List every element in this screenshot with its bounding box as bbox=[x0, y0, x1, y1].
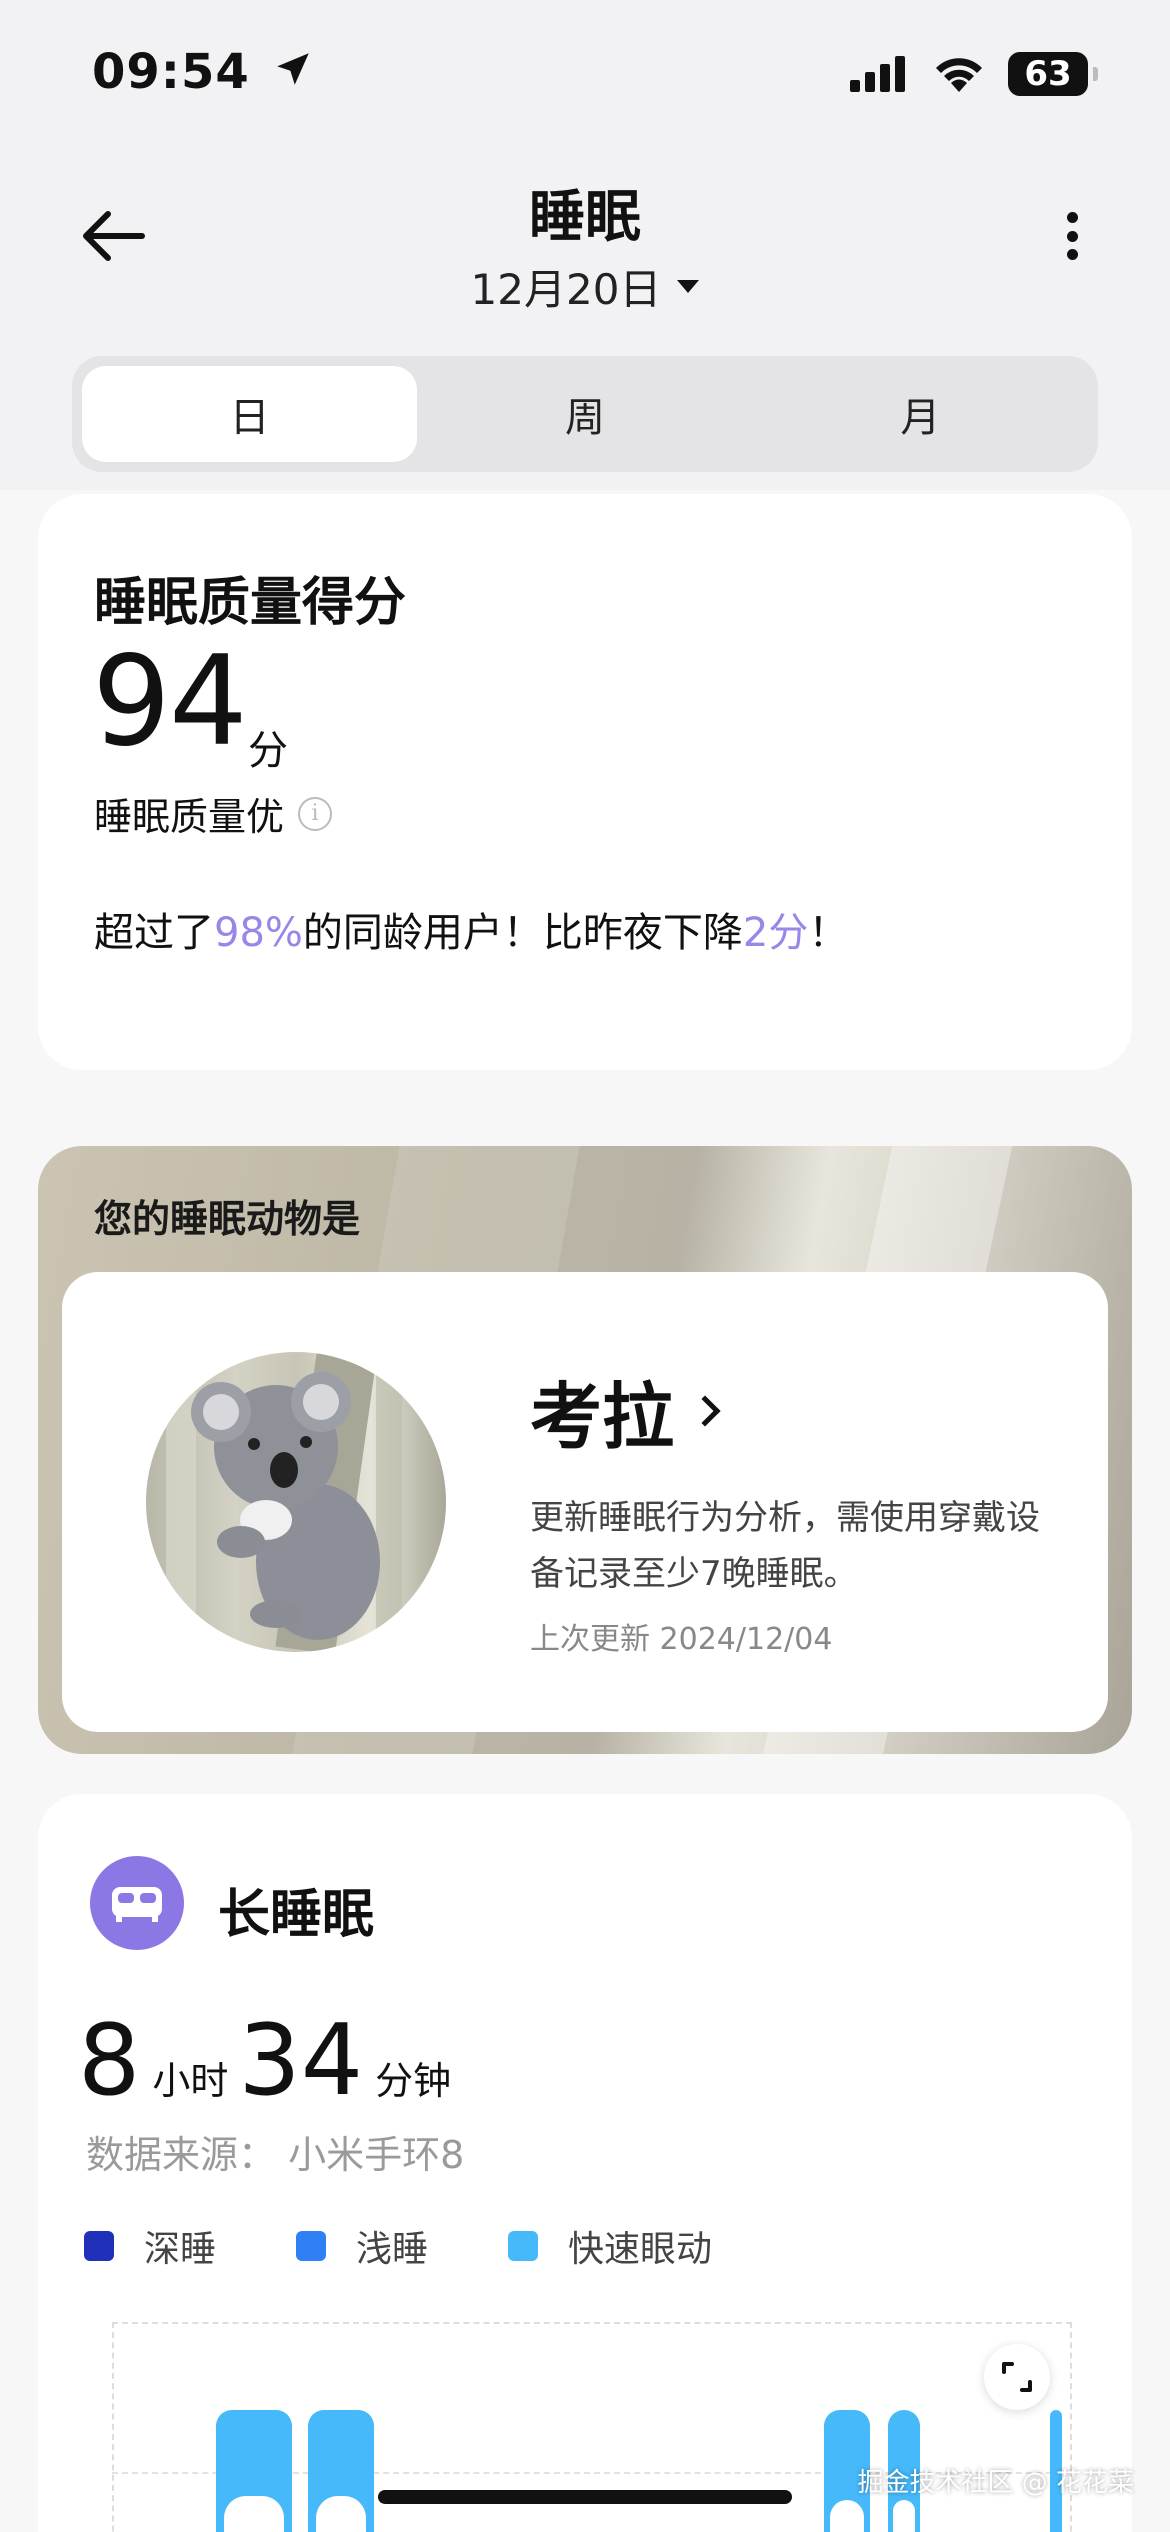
koala-illustration bbox=[146, 1352, 446, 1652]
home-indicator[interactable] bbox=[378, 2490, 792, 2504]
cellular-signal-icon bbox=[850, 56, 905, 92]
sleep-duration: 8 小时 34 分钟 bbox=[78, 2012, 461, 2110]
quality-label: 睡眠质量优 bbox=[94, 795, 285, 839]
legend-label: 快速眼动 bbox=[568, 2229, 713, 2270]
duration-hours-unit: 小时 bbox=[152, 2059, 229, 2103]
status-time: 09:54 bbox=[92, 44, 314, 100]
quality-row: 睡眠质量优 i bbox=[94, 786, 333, 841]
score-title: 睡眠质量得分 bbox=[94, 573, 407, 633]
chevron-right-icon bbox=[689, 1394, 721, 1427]
duration-minutes-unit: 分钟 bbox=[375, 2059, 452, 2103]
info-icon[interactable]: i bbox=[298, 796, 333, 831]
animal-name-link[interactable]: 考拉 bbox=[530, 1358, 721, 1463]
data-source: 数据来源： 小米手环8 bbox=[86, 2133, 465, 2177]
animal-last-updated: 上次更新 2024/12/04 bbox=[530, 1622, 833, 1657]
battery-indicator: 63 bbox=[1008, 52, 1098, 96]
sleep-stage-legend: 深睡 浅睡 快速眼动 bbox=[84, 2220, 792, 2272]
period-tabs: 日 周 月 bbox=[72, 356, 1098, 472]
legend-deep: 深睡 bbox=[84, 2220, 216, 2272]
deep-sleep-swatch bbox=[84, 2231, 114, 2261]
tab-week[interactable]: 周 bbox=[417, 366, 752, 462]
expand-chart-button[interactable] bbox=[984, 2344, 1050, 2410]
wifi-icon bbox=[936, 58, 982, 92]
status-icons: 63 bbox=[850, 52, 1098, 96]
animal-name: 考拉 bbox=[530, 1375, 675, 1459]
rem-sleep-swatch bbox=[508, 2231, 539, 2261]
score-value: 94 bbox=[92, 630, 248, 774]
animal-heading: 您的睡眠动物是 bbox=[94, 1197, 361, 1241]
clock-text: 09:54 bbox=[92, 44, 250, 100]
comparison-text: 超过了98%的同龄用户！比昨夜下降2分！ bbox=[94, 900, 848, 958]
compare-prefix: 超过了 bbox=[94, 910, 214, 956]
compare-middle: 的同龄用户！比昨夜下降 bbox=[302, 910, 743, 956]
page-title: 睡眠 bbox=[529, 185, 641, 250]
light-sleep-swatch bbox=[296, 2231, 327, 2261]
more-options-button[interactable] bbox=[1052, 206, 1092, 266]
date-label: 12月20日 bbox=[470, 265, 662, 314]
location-arrow-icon bbox=[276, 53, 309, 85]
duration-hours: 8 bbox=[78, 2004, 141, 2118]
expand-icon bbox=[1002, 2362, 1032, 2392]
dot bbox=[1066, 212, 1078, 223]
legend-light: 浅睡 bbox=[296, 2220, 428, 2272]
watermark: 掘金技术社区 @ 花花菜 bbox=[857, 2468, 1134, 2498]
battery-level: 63 bbox=[1024, 54, 1072, 94]
legend-label: 深睡 bbox=[144, 2229, 217, 2270]
compare-drop: 2分 bbox=[742, 910, 809, 956]
dot bbox=[1066, 230, 1078, 242]
tab-month[interactable]: 月 bbox=[753, 366, 1088, 462]
bed-icon bbox=[90, 1856, 184, 1950]
legend-rem: 快速眼动 bbox=[508, 2220, 712, 2272]
duration-minutes: 34 bbox=[238, 2004, 364, 2118]
tab-day[interactable]: 日 bbox=[82, 366, 418, 462]
dot bbox=[1066, 249, 1078, 260]
bed-glyph bbox=[112, 1887, 162, 1922]
koala-icon bbox=[166, 1352, 402, 1652]
compare-suffix: ！ bbox=[808, 910, 849, 956]
compare-percent: 98% bbox=[214, 910, 303, 956]
long-sleep-title: 长睡眠 bbox=[218, 1885, 375, 1945]
animal-description: 更新睡眠行为分析，需使用穿戴设备记录至少7晚睡眠。 bbox=[530, 1498, 1040, 1594]
date-selector[interactable]: 12月20日 bbox=[0, 256, 1170, 317]
legend-label: 浅睡 bbox=[356, 2229, 429, 2270]
caret-down-icon bbox=[677, 280, 700, 293]
score-unit: 分 bbox=[248, 728, 288, 774]
